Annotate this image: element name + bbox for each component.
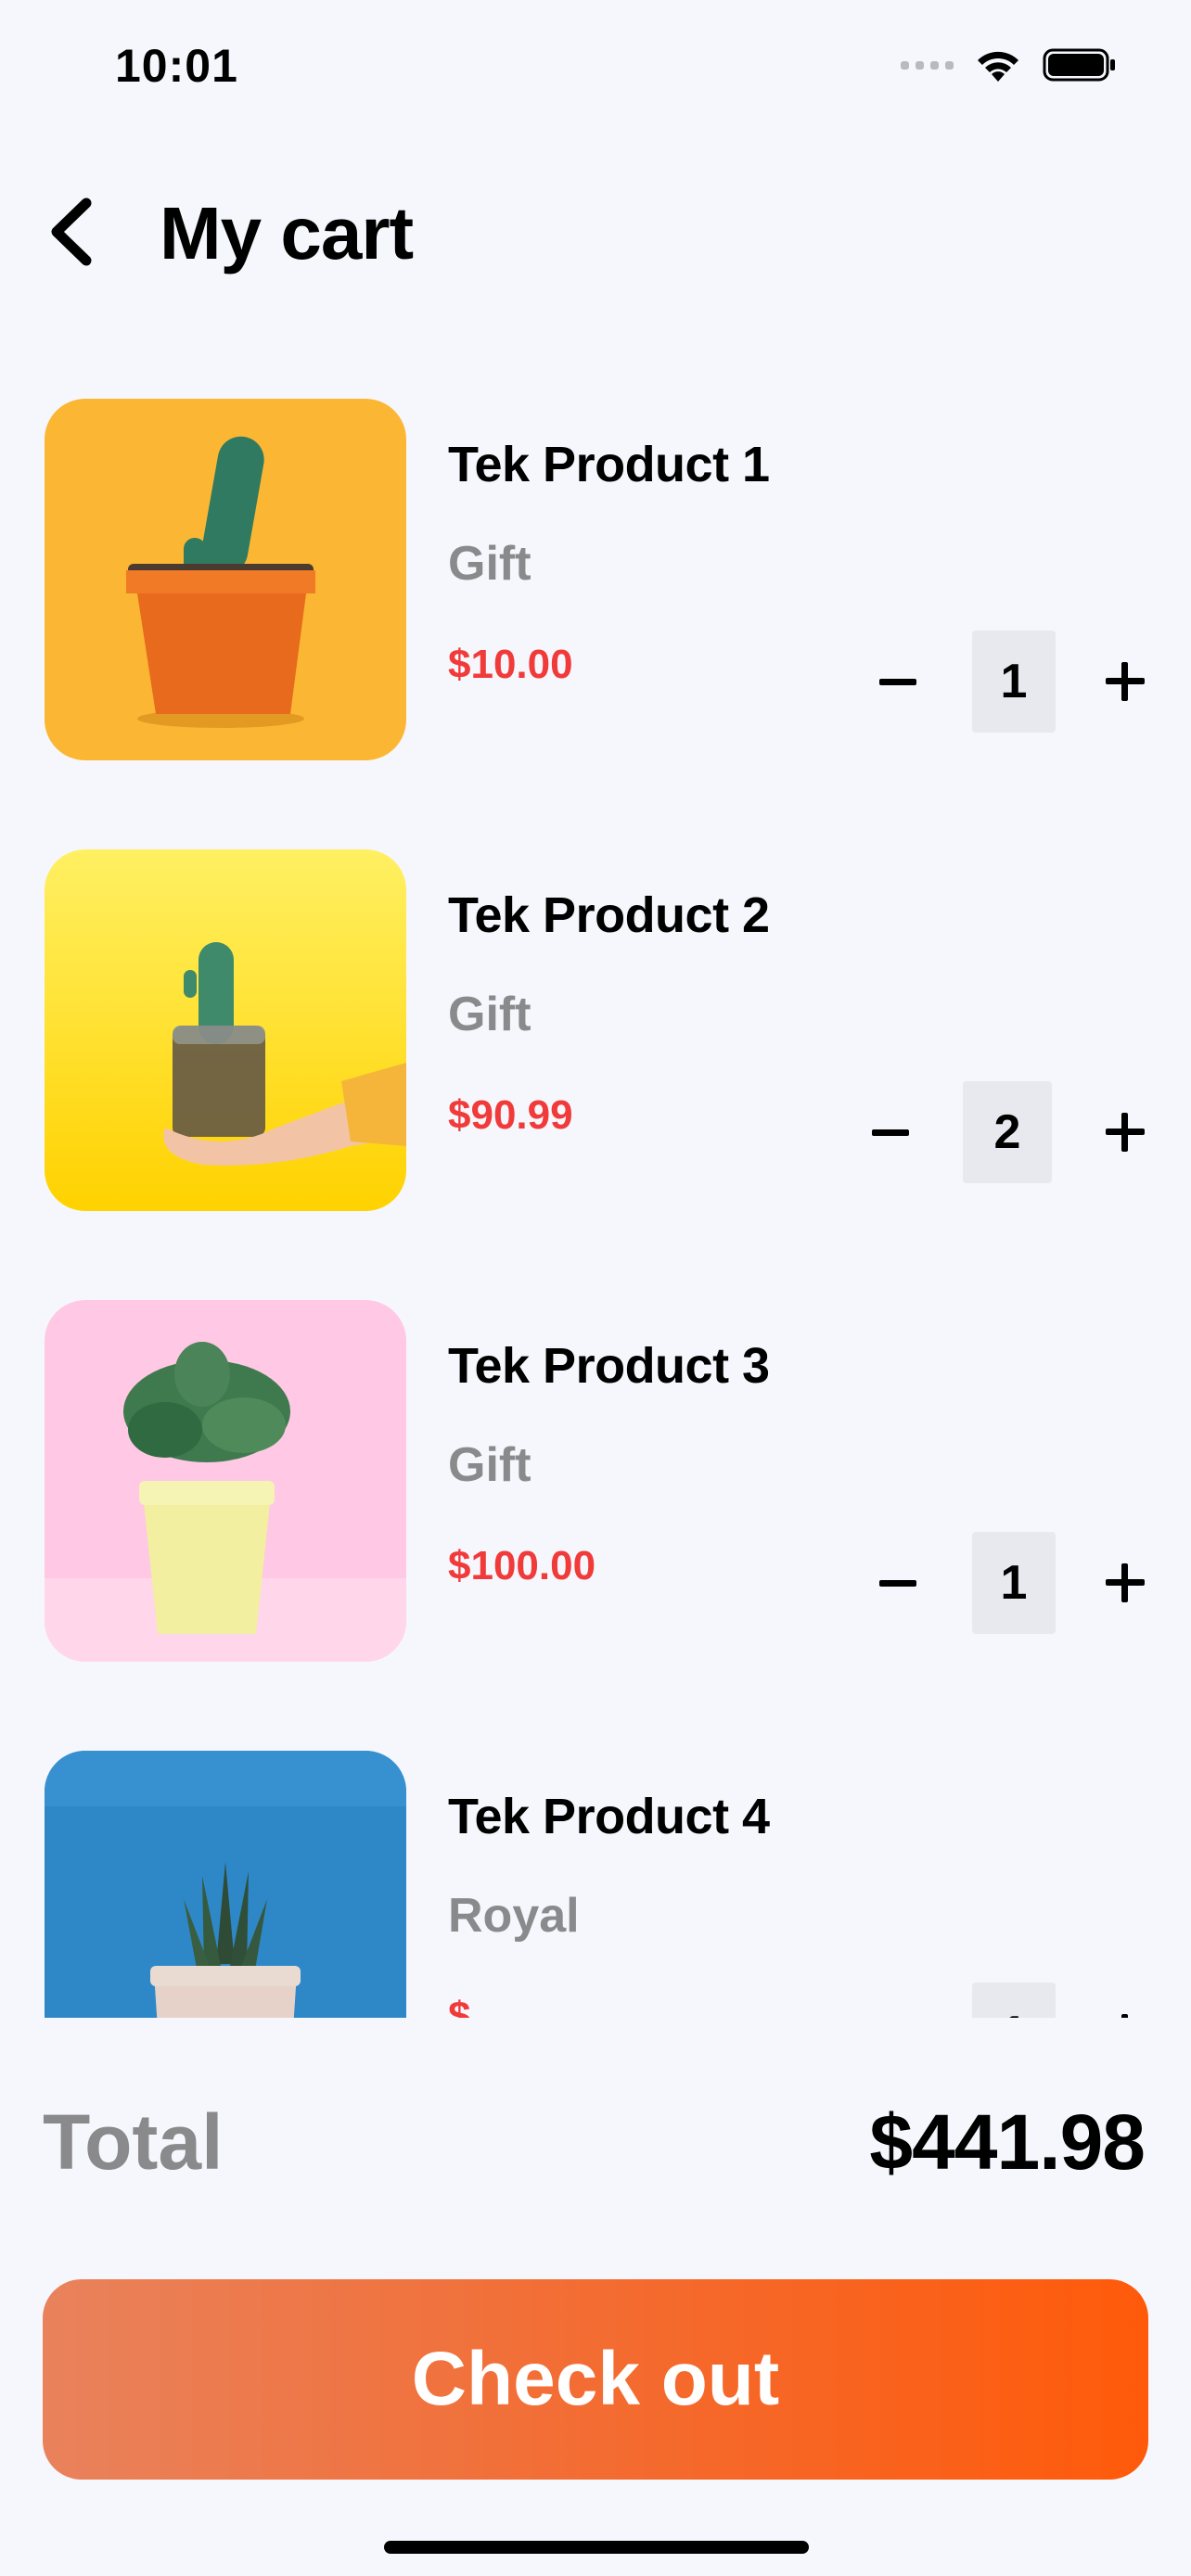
product-name: Tek Product 1 <box>448 437 770 492</box>
product-category: Royal <box>448 1889 580 1943</box>
product-price: $10.00 <box>448 642 573 687</box>
increase-quantity-button[interactable] <box>1102 1109 1148 1155</box>
haworthia-plant-image <box>45 1751 406 2018</box>
home-indicator <box>384 2541 809 2554</box>
decrease-quantity-button[interactable] <box>863 1109 918 1155</box>
battery-icon <box>1043 48 1115 82</box>
decrease-quantity-button[interactable] <box>870 2010 926 2018</box>
product-price: $90.99 <box>448 1092 573 1138</box>
cart-item[interactable]: Tek Product 3 Gift $100.00 1 <box>45 1300 1148 1662</box>
cart-item[interactable]: Tek Product 4 Royal $ 1 <box>45 1751 1148 2018</box>
cart-item[interactable]: Tek Product 2 Gift $90.99 2 <box>45 849 1148 1211</box>
status-time: 10:01 <box>115 40 238 92</box>
product-name: Tek Product 2 <box>448 887 770 943</box>
chevron-left-icon <box>51 198 92 266</box>
product-category: Gift <box>448 988 531 1041</box>
product-price: $100.00 <box>448 1543 596 1588</box>
quantity-stepper[interactable]: 2 <box>870 1081 1148 1183</box>
page-title: My cart <box>160 192 414 274</box>
increase-quantity-button[interactable] <box>1102 658 1148 705</box>
hand-held-cactus-image <box>45 849 406 1211</box>
cart-list[interactable]: Tek Product 1 Gift $10.00 1 Tek Product … <box>0 399 1191 2018</box>
increase-quantity-button[interactable] <box>1102 1560 1148 1606</box>
total-value: $441.98 <box>869 2098 1146 2186</box>
minus-icon <box>879 1579 916 1587</box>
quantity-stepper[interactable]: 1 <box>870 1983 1148 2018</box>
minus-icon <box>879 678 916 685</box>
decrease-quantity-button[interactable] <box>870 1560 926 1606</box>
increase-quantity-button[interactable] <box>1102 2010 1148 2018</box>
product-name: Tek Product 4 <box>448 1789 770 1844</box>
product-image[interactable] <box>45 1751 406 2018</box>
status-icons <box>901 45 1117 85</box>
orange-pot-cactus-image <box>45 399 406 760</box>
product-image[interactable] <box>45 849 406 1211</box>
cart-item[interactable]: Tek Product 1 Gift $10.00 1 <box>45 399 1148 760</box>
quantity-value: 1 <box>972 631 1056 733</box>
signal-icon <box>901 60 954 70</box>
quantity-value: 1 <box>972 1983 1056 2018</box>
quantity-stepper[interactable]: 1 <box>870 1532 1148 1634</box>
total-label: Total <box>43 2098 224 2186</box>
checkout-button[interactable]: Check out <box>43 2279 1148 2480</box>
product-category: Gift <box>448 537 531 591</box>
decrease-quantity-button[interactable] <box>870 658 926 705</box>
yellow-pot-plant-image <box>45 1300 406 1662</box>
quantity-stepper[interactable]: 1 <box>870 631 1148 733</box>
wifi-icon <box>978 51 1018 82</box>
back-button[interactable] <box>43 195 98 269</box>
product-name: Tek Product 3 <box>448 1338 770 1394</box>
product-image[interactable] <box>45 399 406 760</box>
product-price: $ <box>448 1994 471 2018</box>
minus-icon <box>872 1129 909 1136</box>
quantity-value: 1 <box>972 1532 1056 1634</box>
product-category: Gift <box>448 1438 531 1492</box>
product-image[interactable] <box>45 1300 406 1662</box>
quantity-value: 2 <box>963 1081 1052 1183</box>
